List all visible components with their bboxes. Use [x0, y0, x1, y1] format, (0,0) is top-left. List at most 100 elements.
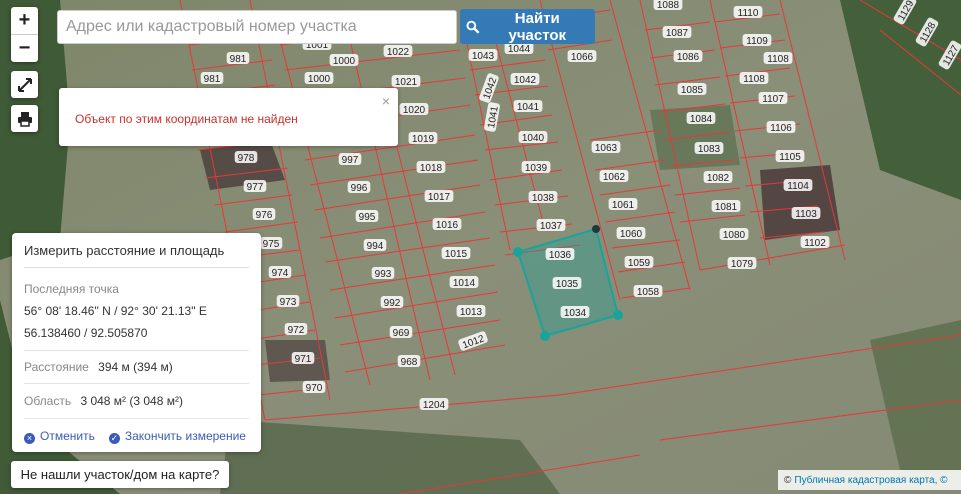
- parcel-label[interactable]: 976: [252, 208, 276, 221]
- parcel-label[interactable]: 1107: [758, 92, 788, 105]
- parcel-number: 1061: [612, 200, 635, 211]
- parcel-label[interactable]: 972: [284, 323, 308, 336]
- parcel-label[interactable]: 1015: [441, 247, 471, 260]
- parcel-label[interactable]: 1080: [719, 228, 749, 241]
- parcel-label[interactable]: 1085: [677, 83, 707, 96]
- parcel-label[interactable]: 981: [200, 72, 224, 85]
- parcel-label[interactable]: 992: [380, 296, 404, 309]
- measure-vertex[interactable]: [540, 331, 550, 341]
- parcel-label[interactable]: 996: [347, 181, 371, 194]
- parcel-label[interactable]: 1066: [567, 50, 597, 63]
- parcel-label[interactable]: 1109: [742, 34, 772, 47]
- measure-title: Измерить расстояние и площадь: [24, 233, 249, 268]
- measure-vertex[interactable]: [513, 247, 523, 257]
- parcel-number: 1013: [460, 307, 483, 318]
- parcel-label[interactable]: 1084: [686, 112, 716, 125]
- parcel-number: 1044: [508, 44, 531, 55]
- parcel-label[interactable]: 1058: [633, 285, 663, 298]
- attribution-link[interactable]: Публичная кадастровая карта, ©: [794, 475, 947, 486]
- parcel-label[interactable]: 1106: [766, 121, 796, 134]
- parcel-label[interactable]: 1022: [383, 45, 413, 58]
- area-value: 3 048 м² (3 048 м²): [80, 394, 183, 408]
- parcel-label[interactable]: 1104: [783, 179, 813, 192]
- parcel-label[interactable]: 969: [389, 326, 413, 339]
- parcel-label[interactable]: 1000: [329, 54, 359, 67]
- parcel-label[interactable]: 1036: [545, 248, 575, 261]
- parcel-label[interactable]: 1082: [703, 171, 733, 184]
- parcel-label[interactable]: 1086: [673, 50, 703, 63]
- parcel-label[interactable]: 1108: [763, 52, 793, 65]
- parcel-number: 1088: [657, 0, 680, 11]
- print-button[interactable]: [11, 105, 38, 132]
- parcel-label[interactable]: 1041: [513, 100, 543, 113]
- parcel-label[interactable]: 1062: [599, 170, 629, 183]
- parcel-label[interactable]: 1013: [456, 305, 486, 318]
- parcel-label[interactable]: 1105: [775, 150, 805, 163]
- parcel-label[interactable]: 1039: [521, 161, 551, 174]
- parcel-label[interactable]: 1103: [791, 207, 821, 220]
- parcel-label[interactable]: 994: [363, 239, 387, 252]
- parcel-label[interactable]: 993: [371, 267, 395, 280]
- parcel-label[interactable]: 1016: [432, 218, 462, 231]
- parcel-label[interactable]: 1021: [391, 75, 421, 88]
- parcel-label[interactable]: 1108: [739, 72, 769, 85]
- parcel-label[interactable]: 1060: [616, 227, 646, 240]
- parcel-label[interactable]: 1018: [416, 161, 446, 174]
- parcel-label[interactable]: 1059: [624, 256, 654, 269]
- parcel-number: 978: [238, 153, 255, 164]
- parcel-number: 1000: [308, 74, 331, 85]
- parcel-label[interactable]: 1079: [727, 257, 757, 270]
- parcel-label[interactable]: 1040: [518, 131, 548, 144]
- parcel-label[interactable]: 1019: [408, 132, 438, 145]
- parcel-label[interactable]: 1061: [608, 198, 638, 211]
- parcel-label[interactable]: 1081: [711, 200, 741, 213]
- parcel-label[interactable]: 1042: [510, 73, 540, 86]
- parcel-label[interactable]: 1063: [591, 141, 621, 154]
- parcel-label[interactable]: 1204: [419, 398, 449, 411]
- search-input[interactable]: [57, 10, 457, 44]
- cancel-measure-button[interactable]: × Отменить: [24, 429, 95, 444]
- parcel-label[interactable]: 975: [259, 237, 283, 250]
- find-parcel-label: Найти участок: [508, 9, 567, 44]
- parcel-label[interactable]: 1017: [424, 190, 454, 203]
- parcel-label[interactable]: 1014: [449, 276, 479, 289]
- parcel-number: 1086: [677, 52, 700, 63]
- parcel-label[interactable]: 970: [302, 381, 326, 394]
- parcel-number: 1041: [517, 102, 540, 113]
- parcel-number: 1015: [445, 249, 468, 260]
- parcel-number: 1106: [770, 123, 792, 134]
- parcel-number: 1038: [532, 193, 555, 204]
- parcel-label[interactable]: 1110: [733, 6, 763, 19]
- parcel-label[interactable]: 977: [243, 180, 267, 193]
- parcel-label[interactable]: 1034: [560, 306, 590, 319]
- parcel-label[interactable]: 1037: [536, 219, 566, 232]
- fullscreen-button[interactable]: [11, 71, 38, 98]
- measure-vertex[interactable]: [592, 225, 600, 233]
- parcel-label[interactable]: 1083: [694, 142, 724, 155]
- parcel-label[interactable]: 971: [291, 352, 315, 365]
- parcel-label[interactable]: 997: [338, 153, 362, 166]
- parcel-label[interactable]: 978: [234, 151, 258, 164]
- close-icon[interactable]: ×: [382, 93, 390, 109]
- zoom-out-button[interactable]: −: [11, 34, 38, 62]
- parcel-label[interactable]: 1000: [304, 72, 334, 85]
- find-parcel-button[interactable]: Найти участок: [460, 9, 595, 44]
- parcel-label[interactable]: 995: [355, 210, 379, 223]
- measure-vertex[interactable]: [613, 310, 623, 320]
- parcel-label[interactable]: 1102: [800, 236, 830, 249]
- parcel-label[interactable]: 973: [276, 295, 300, 308]
- parcel-label[interactable]: 981: [226, 52, 250, 65]
- finish-measure-button[interactable]: ✓ Закончить измерение: [108, 429, 246, 444]
- parcel-label[interactable]: 1087: [662, 26, 692, 39]
- parcel-label[interactable]: 974: [268, 266, 292, 279]
- parcel-number: 1082: [707, 173, 730, 184]
- zoom-in-button[interactable]: +: [11, 7, 38, 34]
- parcel-number: 971: [295, 354, 312, 365]
- parcel-label[interactable]: 1038: [528, 191, 558, 204]
- not-found-help-button[interactable]: Не нашли участок/дом на карте?: [11, 461, 229, 488]
- parcel-label[interactable]: 1043: [468, 49, 498, 62]
- parcel-label[interactable]: 1020: [399, 103, 429, 116]
- parcel-label[interactable]: 1035: [552, 277, 582, 290]
- parcel-label[interactable]: 968: [397, 355, 421, 368]
- parcel-label[interactable]: 1088: [653, 0, 683, 11]
